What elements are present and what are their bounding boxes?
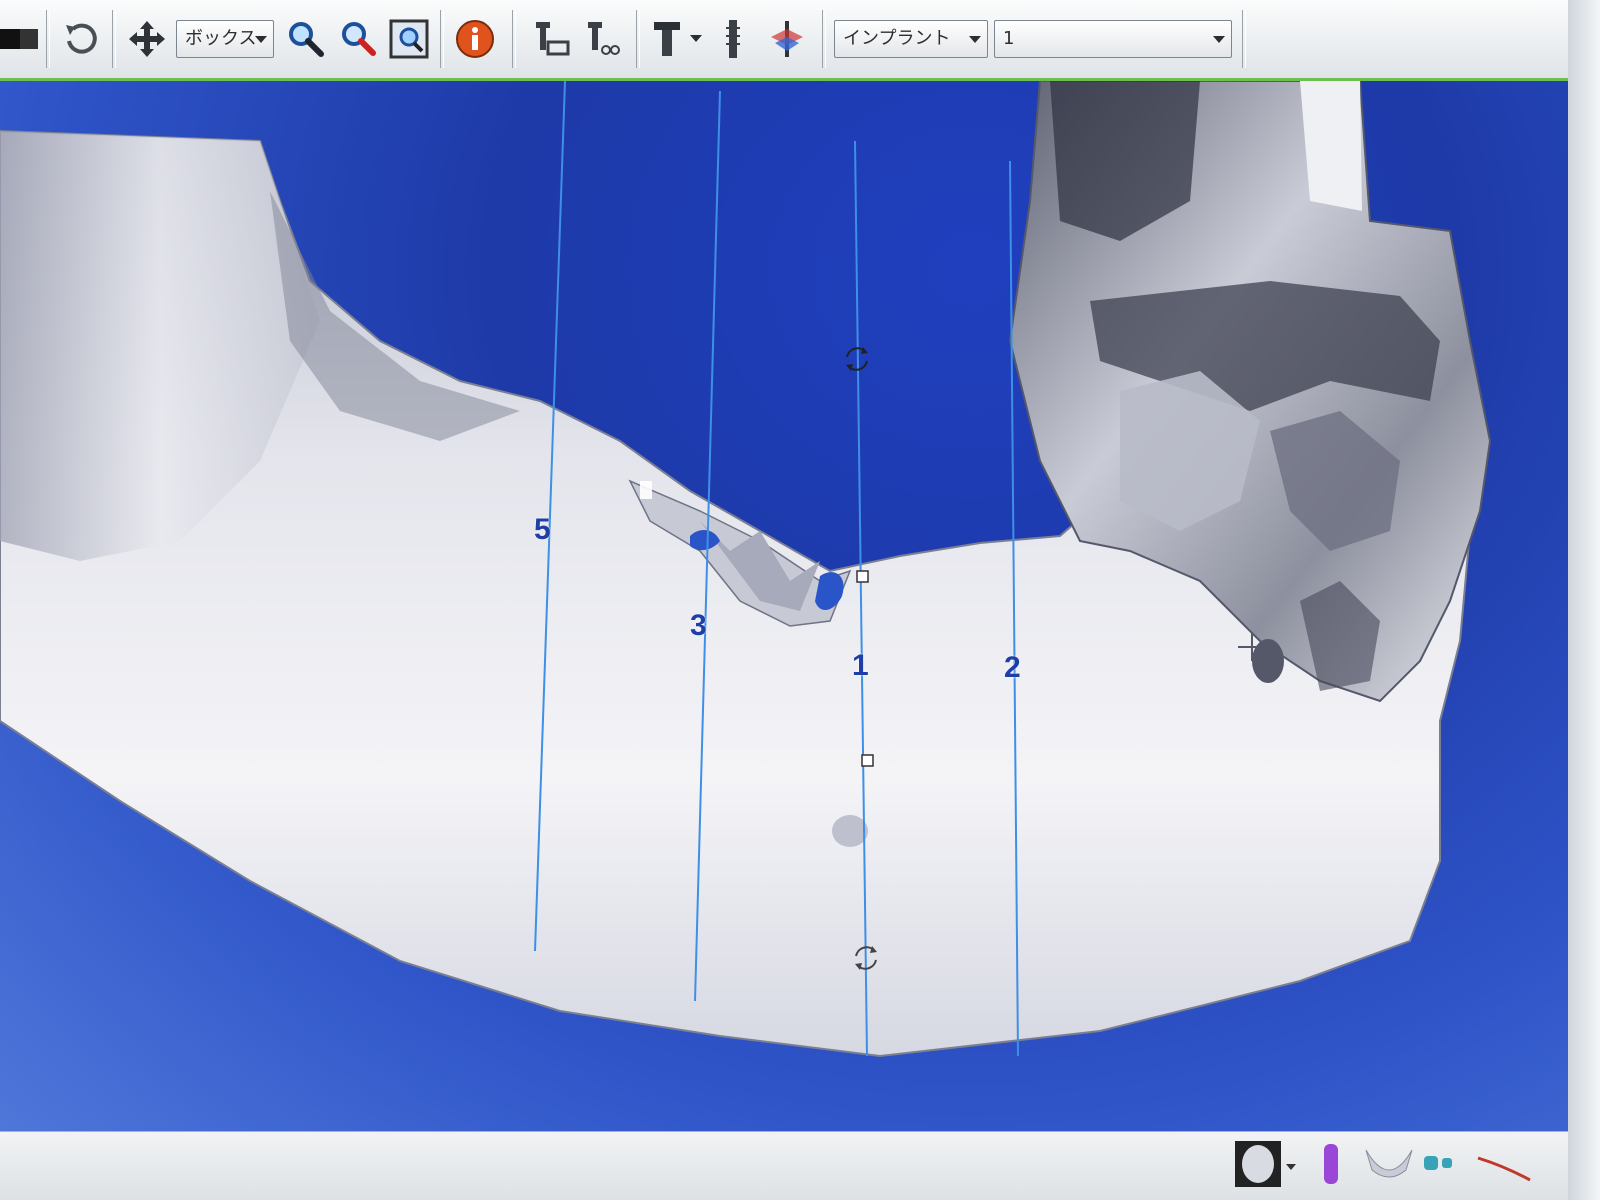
implant-color-icon[interactable] — [1316, 1140, 1346, 1188]
chevron-down-icon — [969, 36, 981, 43]
toolbar-separator — [636, 10, 640, 68]
slice-label-2[interactable]: 2 — [1004, 651, 1021, 685]
implant-planning-app: ボックス インプラント 1 5 3 1 2 — [0, 0, 1600, 1200]
implant-list-icon[interactable] — [580, 16, 626, 62]
toolbar-separator — [512, 10, 516, 68]
implant-number-select[interactable]: 1 — [994, 20, 1232, 58]
chevron-down-icon[interactable] — [1284, 1140, 1304, 1188]
object-type-value: インプラント — [843, 28, 951, 49]
monitor-bezel — [1568, 0, 1600, 1200]
slice-label-5[interactable]: 5 — [534, 513, 551, 547]
slice-label-3[interactable]: 3 — [690, 609, 707, 643]
chevron-down-icon — [1213, 36, 1225, 43]
teeth-icon[interactable] — [1420, 1140, 1464, 1188]
grayscale-bar-icon[interactable] — [0, 16, 40, 62]
implant-place-icon[interactable] — [528, 16, 574, 62]
nerve-line-icon[interactable] — [1474, 1140, 1534, 1188]
view-mode-value: ボックス — [185, 28, 257, 49]
zoom-region-icon[interactable] — [334, 16, 380, 62]
toolbar-separator — [440, 10, 444, 68]
toolbar-separator — [1242, 10, 1246, 68]
view-mode-select[interactable]: ボックス — [176, 20, 274, 58]
toolbar-separator — [822, 10, 826, 68]
skull-thumbnail-icon[interactable] — [1234, 1140, 1282, 1188]
main-toolbar: ボックス インプラント 1 — [0, 0, 1600, 81]
toolbar-separator — [46, 10, 50, 68]
object-type-select[interactable]: インプラント — [834, 20, 988, 58]
implant-compare-icon[interactable] — [764, 16, 810, 62]
slice-handle — [856, 570, 869, 583]
slice-handle — [861, 754, 874, 767]
3d-viewport[interactable]: 5 3 1 2 — [0, 81, 1568, 1131]
rotate-icon[interactable] — [58, 16, 104, 62]
mandible-thumbnail-icon[interactable] — [1364, 1140, 1414, 1188]
fit-view-icon[interactable] — [386, 16, 432, 62]
bottom-bar — [0, 1131, 1600, 1200]
chevron-down-icon[interactable] — [684, 16, 708, 62]
implant-axis-icon[interactable] — [710, 16, 756, 62]
zoom-in-icon[interactable] — [282, 16, 328, 62]
chevron-down-icon — [255, 36, 267, 43]
pan-move-icon[interactable] — [124, 16, 170, 62]
info-icon[interactable] — [452, 16, 498, 62]
slice-label-1[interactable]: 1 — [852, 649, 869, 683]
mandible-render — [0, 81, 1492, 1058]
toolbar-separator — [112, 10, 116, 68]
implant-number-value: 1 — [1003, 28, 1015, 49]
